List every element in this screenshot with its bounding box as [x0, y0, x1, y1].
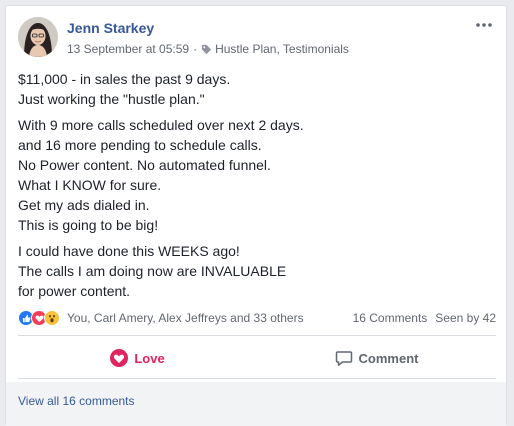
- post-paragraph: With 9 more calls scheduled over next 2 …: [18, 115, 496, 235]
- post-line: With 9 more calls scheduled over next 2 …: [18, 117, 304, 133]
- post-line: No Power content. No automated funnel.: [18, 157, 271, 173]
- tag-icon: [201, 44, 212, 55]
- comment-icon: [335, 351, 352, 366]
- meta-separator: ·: [193, 42, 198, 56]
- avatar-photo: [18, 17, 58, 57]
- post-paragraph: $11,000 - in sales the past 9 days. Just…: [18, 69, 496, 109]
- love-button[interactable]: Love: [18, 342, 257, 374]
- post-line: Get my ads dialed in.: [18, 197, 150, 213]
- comment-label: Comment: [358, 350, 419, 366]
- more-options-icon[interactable]: [474, 15, 494, 35]
- divider: [18, 378, 496, 379]
- divider: [18, 335, 496, 336]
- love-icon: [110, 349, 129, 367]
- post-line: Just working the "hustle plan.": [18, 91, 205, 107]
- post-line: What I KNOW for sure.: [18, 177, 162, 193]
- post-line: and 16 more pending to schedule calls.: [18, 137, 262, 153]
- post-timestamp[interactable]: 13 September at 05:59: [67, 42, 189, 56]
- seen-by-count[interactable]: Seen by 42: [435, 311, 496, 325]
- reaction-names[interactable]: You, Carl Amery, Alex Jeffreys and 33 ot…: [67, 311, 304, 325]
- post-card: Jenn Starkey 13 September at 05:59 · Hus…: [5, 5, 507, 426]
- post-meta: 13 September at 05:59 · Hustle Plan, Tes…: [67, 42, 349, 56]
- post-line: for power content.: [18, 283, 131, 299]
- comments-section: View all 16 comments: [6, 382, 506, 426]
- post-line: The calls I am doing now are INVALUABLE: [18, 263, 287, 279]
- engagement-stats: 16 Comments Seen by 42: [353, 311, 496, 325]
- view-all-comments-link[interactable]: View all 16 comments: [18, 394, 135, 408]
- love-label: Love: [134, 350, 165, 366]
- reaction-icons[interactable]: [18, 310, 60, 326]
- post-line: This is going to be big!: [18, 217, 159, 233]
- post-line: $11,000 - in sales the past 9 days.: [18, 71, 231, 87]
- post-tags[interactable]: Hustle Plan, Testimonials: [215, 42, 349, 56]
- post-paragraph: I could have done this WEEKS ago! The ca…: [18, 241, 496, 301]
- author-avatar[interactable]: [18, 17, 58, 57]
- comments-count[interactable]: 16 Comments: [353, 311, 428, 325]
- post-body: $11,000 - in sales the past 9 days. Just…: [18, 69, 496, 307]
- wow-reaction-icon: [44, 310, 60, 326]
- post-line: I could have done this WEEKS ago!: [18, 243, 240, 259]
- reactions-summary: You, Carl Amery, Alex Jeffreys and 33 ot…: [18, 308, 496, 328]
- author-name[interactable]: Jenn Starkey: [67, 20, 154, 36]
- comment-button[interactable]: Comment: [257, 342, 496, 374]
